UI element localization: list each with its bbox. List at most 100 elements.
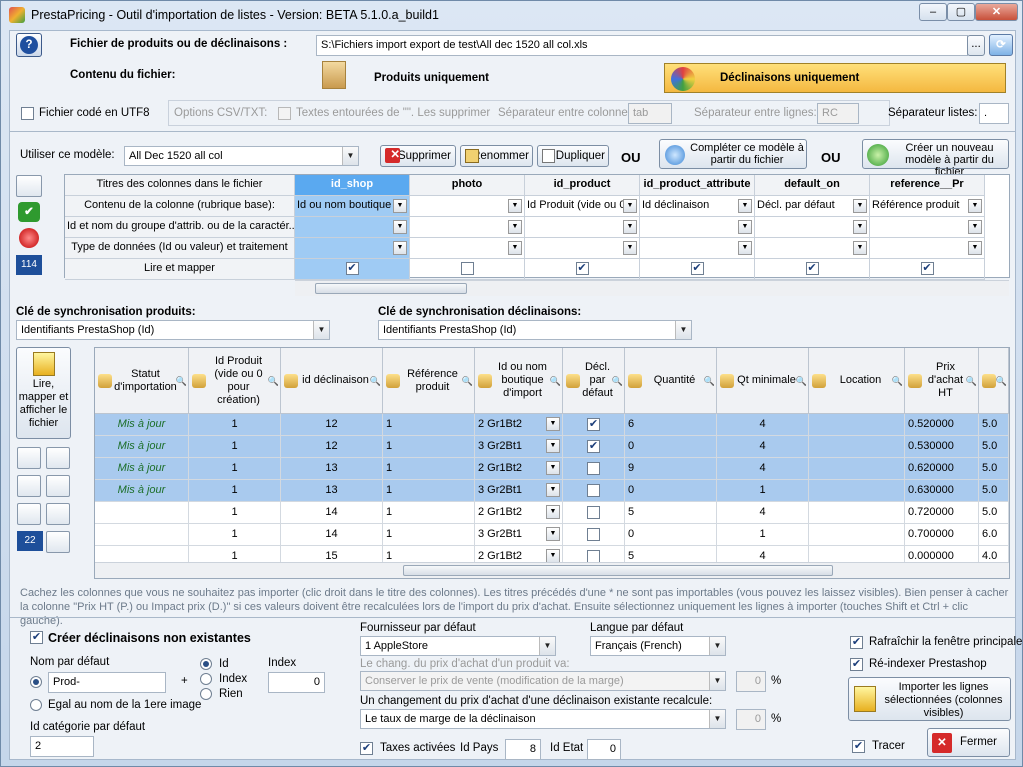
mapping-cell-select[interactable]: ▼ <box>525 217 640 238</box>
column-header[interactable]: Id Produit (vide ou 0 pour création) 🔍 <box>189 348 281 414</box>
mapping-column-title[interactable]: photo <box>410 175 525 196</box>
col-sep-input[interactable]: tab <box>628 103 672 124</box>
table-cell[interactable]: 9 <box>625 458 717 480</box>
table-cell[interactable] <box>809 502 905 524</box>
list-sep-input[interactable]: . <box>979 103 1009 124</box>
column-header[interactable]: Prix d'achat HT 🔍 <box>905 348 979 414</box>
table-cell[interactable]: 5 <box>625 502 717 524</box>
name-prefix-radio[interactable] <box>30 676 42 688</box>
language-select[interactable]: Français (French) ▼ <box>590 636 726 656</box>
table-cell[interactable]: 1 <box>383 458 475 480</box>
table-cell[interactable]: 4 <box>717 458 809 480</box>
filter-icon[interactable]: 🔍 <box>550 375 561 388</box>
index-input[interactable]: 0 <box>268 672 325 693</box>
supplier-select[interactable]: 1 AppleStore ▼ <box>360 636 556 656</box>
table-cell[interactable] <box>809 414 905 436</box>
products-only-option[interactable]: Produits uniquement <box>374 72 489 84</box>
delete-model-button[interactable]: ✕ Supprimer <box>380 145 456 167</box>
filter-icon[interactable]: 🔍 <box>462 375 473 388</box>
table-cell[interactable]: 1 <box>717 480 809 502</box>
declinations-only-button[interactable]: Déclinaisons uniquement <box>664 63 1006 93</box>
read-map-checkbox[interactable]: ✔ <box>345 262 359 275</box>
minimize-button[interactable]: ‒ <box>919 3 947 21</box>
validate-icon[interactable]: ✔ <box>18 202 40 222</box>
mapping-column-title[interactable]: id_shop <box>295 175 410 196</box>
table-cell[interactable]: 2 Gr1Bt2 ▼ <box>475 458 563 480</box>
table-cell[interactable]: 1 <box>383 502 475 524</box>
id-state-input[interactable]: 0 <box>587 739 621 760</box>
mapping-cell-select[interactable]: ▼ <box>870 238 985 259</box>
same-name-radio[interactable] <box>30 699 42 711</box>
mapping-cell-select[interactable]: Décl. par défaut ▼ <box>755 196 870 217</box>
table-cell[interactable]: 5.0 <box>979 414 1009 436</box>
eraser-icon[interactable] <box>16 175 42 197</box>
default-checkbox[interactable] <box>587 462 600 475</box>
column-header[interactable]: Référence produit 🔍 <box>383 348 475 414</box>
mapping-cell-select[interactable]: Id ou nom boutique ▼ <box>295 196 410 217</box>
table-cell[interactable]: 13 <box>281 458 383 480</box>
table-cell[interactable]: 3 Gr2Bt1 ▼ <box>475 480 563 502</box>
table-cell[interactable]: ✔ <box>563 414 625 436</box>
default-checkbox[interactable] <box>587 484 600 497</box>
mapping-cell-select[interactable]: ▼ <box>755 238 870 259</box>
default-checkbox[interactable] <box>587 528 600 541</box>
model-select[interactable]: All Dec 1520 all col ▼ <box>124 146 359 166</box>
eraser-icon[interactable] <box>17 475 41 497</box>
table-cell[interactable]: 1 <box>717 524 809 546</box>
scrollbar-thumb[interactable] <box>315 283 467 294</box>
table-cell[interactable] <box>809 436 905 458</box>
mapping-cell-select[interactable]: Id Produit (vide ou 0 ▼ <box>525 196 640 217</box>
filter-icon[interactable]: 🔍 <box>796 375 807 388</box>
columns-icon[interactable] <box>46 503 70 525</box>
mapping-cell-select[interactable]: ▼ <box>410 238 525 259</box>
mapping-column-title[interactable]: reference__Pr <box>870 175 985 196</box>
table-cell[interactable]: 1 <box>189 524 281 546</box>
table-row[interactable]: 1 14 1 2 Gr1Bt2 ▼ 5 4 0.720000 5.0 <box>95 502 1009 524</box>
mapping-cell-select[interactable]: Id déclinaison ▼ <box>640 196 755 217</box>
table-cell[interactable]: 0 <box>625 524 717 546</box>
default-checkbox[interactable]: ✔ <box>587 440 600 453</box>
table-cell[interactable]: 12 <box>281 414 383 436</box>
table-row[interactable]: Mis à jour 1 13 1 3 Gr2Bt1 ▼ 0 1 0.630000 5.0 <box>95 480 1009 502</box>
reindex-checkbox[interactable]: ✔ <box>850 658 863 671</box>
read-map-checkbox[interactable]: ✔ <box>575 262 589 275</box>
opt-id-radio[interactable] <box>200 658 212 670</box>
calculator-icon[interactable] <box>46 531 70 553</box>
mapping-cell-select[interactable]: ▼ <box>295 217 410 238</box>
mapping-column-title[interactable]: id_product_attribute <box>640 175 755 196</box>
mapping-cell-select[interactable]: ▼ <box>640 238 755 259</box>
table-cell[interactable]: 0.630000 <box>905 480 979 502</box>
read-map-checkbox[interactable] <box>460 262 474 275</box>
default-checkbox[interactable]: ✔ <box>587 418 600 431</box>
table-cell[interactable]: 5.0 <box>979 458 1009 480</box>
filter-icon[interactable]: 🔍 <box>704 375 715 388</box>
table-cell[interactable]: 14 <box>281 502 383 524</box>
table-row[interactable]: Mis à jour 1 12 1 3 Gr2Bt1 ▼ ✔ 0 4 0.530000 5.0 <box>95 436 1009 458</box>
table-cell[interactable]: 2 Gr1Bt2 ▼ <box>475 414 563 436</box>
filter-icon[interactable]: 🔍 <box>176 375 187 388</box>
mapping-cell-select[interactable]: Référence produit ▼ <box>870 196 985 217</box>
horizontal-scrollbar[interactable] <box>295 280 1009 296</box>
mapping-cell-select[interactable]: ▼ <box>870 217 985 238</box>
refresh-checkbox[interactable]: ✔ <box>850 636 863 649</box>
table-cell[interactable]: 5.0 <box>979 502 1009 524</box>
category-input[interactable]: 2 <box>30 736 94 757</box>
column-header[interactable]: Quantité 🔍 <box>625 348 717 414</box>
mapping-cell-select[interactable]: ▼ <box>755 217 870 238</box>
mapping-cell-select[interactable]: ▼ <box>525 238 640 259</box>
table-cell[interactable]: 1 <box>189 436 281 458</box>
table-cell[interactable] <box>563 458 625 480</box>
stop-icon[interactable] <box>19 228 39 248</box>
table-cell[interactable]: 1 <box>189 502 281 524</box>
duplicate-model-button[interactable]: Dupliquer <box>537 145 609 167</box>
table-cell[interactable] <box>563 502 625 524</box>
table-cell[interactable]: 5.0 <box>979 436 1009 458</box>
column-header[interactable]: Id ou nom boutique d'import 🔍 <box>475 348 563 414</box>
table-cell[interactable]: 1 <box>383 480 475 502</box>
help-icon[interactable]: ? <box>16 33 42 57</box>
table-cell[interactable]: 5.0 <box>979 480 1009 502</box>
column-header[interactable]: Qt minimale 🔍 <box>717 348 809 414</box>
table-cell[interactable]: Mis à jour <box>95 436 189 458</box>
filter-icon[interactable]: 🔍 <box>612 375 623 388</box>
table-cell[interactable]: 14 <box>281 524 383 546</box>
